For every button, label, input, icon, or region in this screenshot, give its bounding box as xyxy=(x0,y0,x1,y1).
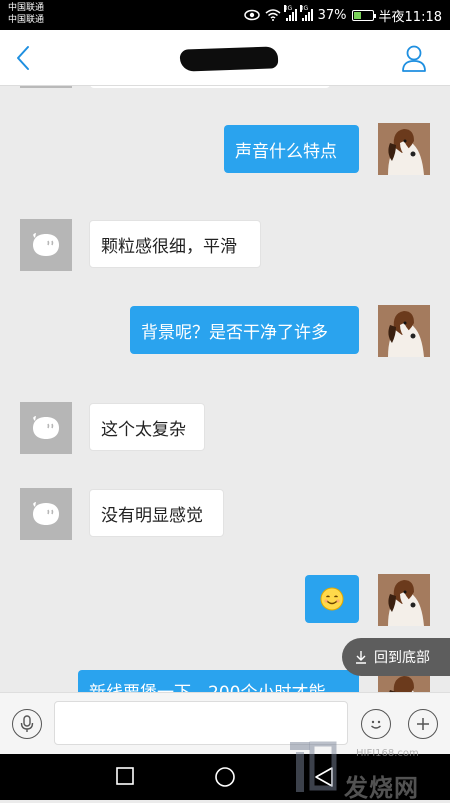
recents-button[interactable] xyxy=(115,766,135,790)
clock: 半夜11:18 xyxy=(378,9,442,25)
nav-back-button[interactable] xyxy=(314,766,334,792)
default-avatar-icon xyxy=(33,233,59,256)
message-bubble-out[interactable]: 声音什么特点 xyxy=(224,125,359,173)
my-avatar[interactable] xyxy=(378,574,430,626)
more-button[interactable] xyxy=(408,709,438,739)
voice-button[interactable] xyxy=(12,709,42,739)
message-bubble-in[interactable]: 颗粒感很细，平滑 xyxy=(89,220,261,268)
person-icon xyxy=(402,45,426,72)
dog-avatar-image xyxy=(378,123,430,175)
carrier-2: 中国联通 xyxy=(8,15,45,25)
default-avatar-icon xyxy=(33,502,59,525)
message-bubble-out[interactable] xyxy=(305,575,359,623)
message-bubble-out[interactable]: 背景呢？是否干净了许多 xyxy=(130,306,359,354)
chevron-left-icon xyxy=(17,46,29,70)
dog-avatar-image xyxy=(378,305,430,357)
back-to-bottom-button[interactable]: 回到底部 xyxy=(342,638,450,676)
emoji-button[interactable] xyxy=(361,709,391,739)
avatar xyxy=(20,86,72,88)
back-button[interactable] xyxy=(10,42,38,74)
home-button[interactable] xyxy=(214,766,236,792)
smile-emoji-icon xyxy=(320,587,344,611)
dog-avatar-image xyxy=(378,574,430,626)
eye-icon xyxy=(243,9,260,21)
contact-avatar[interactable] xyxy=(20,402,72,454)
battery-percent: 37% xyxy=(317,7,347,23)
back-to-bottom-label: 回到底部 xyxy=(374,650,430,666)
triangle-back-icon xyxy=(315,767,333,787)
carrier-1: 中国联通 xyxy=(8,3,45,13)
my-avatar[interactable] xyxy=(378,123,430,175)
message-input[interactable] xyxy=(54,701,348,745)
profile-button[interactable] xyxy=(400,43,428,73)
status-bar: 中国联通 中国联通 3G 3G 37% 半夜11:18 xyxy=(0,0,450,30)
contact-avatar[interactable] xyxy=(20,488,72,540)
smiley-icon xyxy=(371,720,381,729)
contact-avatar[interactable] xyxy=(20,219,72,271)
message-bubble-out[interactable]: 新线要煲一下，200个小时才能 xyxy=(78,670,359,692)
message-bubble-in[interactable]: 这个太复杂 xyxy=(89,403,205,451)
plus-icon xyxy=(417,718,429,730)
circle-icon xyxy=(215,767,235,787)
battery-icon xyxy=(351,9,376,21)
signal-icon-2: 3G xyxy=(299,5,313,21)
signal-icon: 3G xyxy=(283,5,297,21)
input-bar xyxy=(0,692,450,754)
system-nav-bar xyxy=(0,754,450,800)
default-avatar-icon xyxy=(33,416,59,439)
message-bubble xyxy=(90,86,330,88)
message-bubble-in[interactable]: 没有明显感觉 xyxy=(89,489,224,537)
arrow-down-icon xyxy=(356,651,366,664)
chat-header xyxy=(0,30,450,86)
redacted-contact-name xyxy=(179,46,279,72)
message-list[interactable]: 声音什么特点 颗粒感很细，平滑 背景呢？是否干净了许多 这个太复杂 没有明显感觉… xyxy=(0,86,450,692)
wifi-icon xyxy=(265,9,281,21)
square-icon xyxy=(116,767,134,785)
my-avatar[interactable] xyxy=(378,305,430,357)
microphone-icon xyxy=(20,715,34,732)
